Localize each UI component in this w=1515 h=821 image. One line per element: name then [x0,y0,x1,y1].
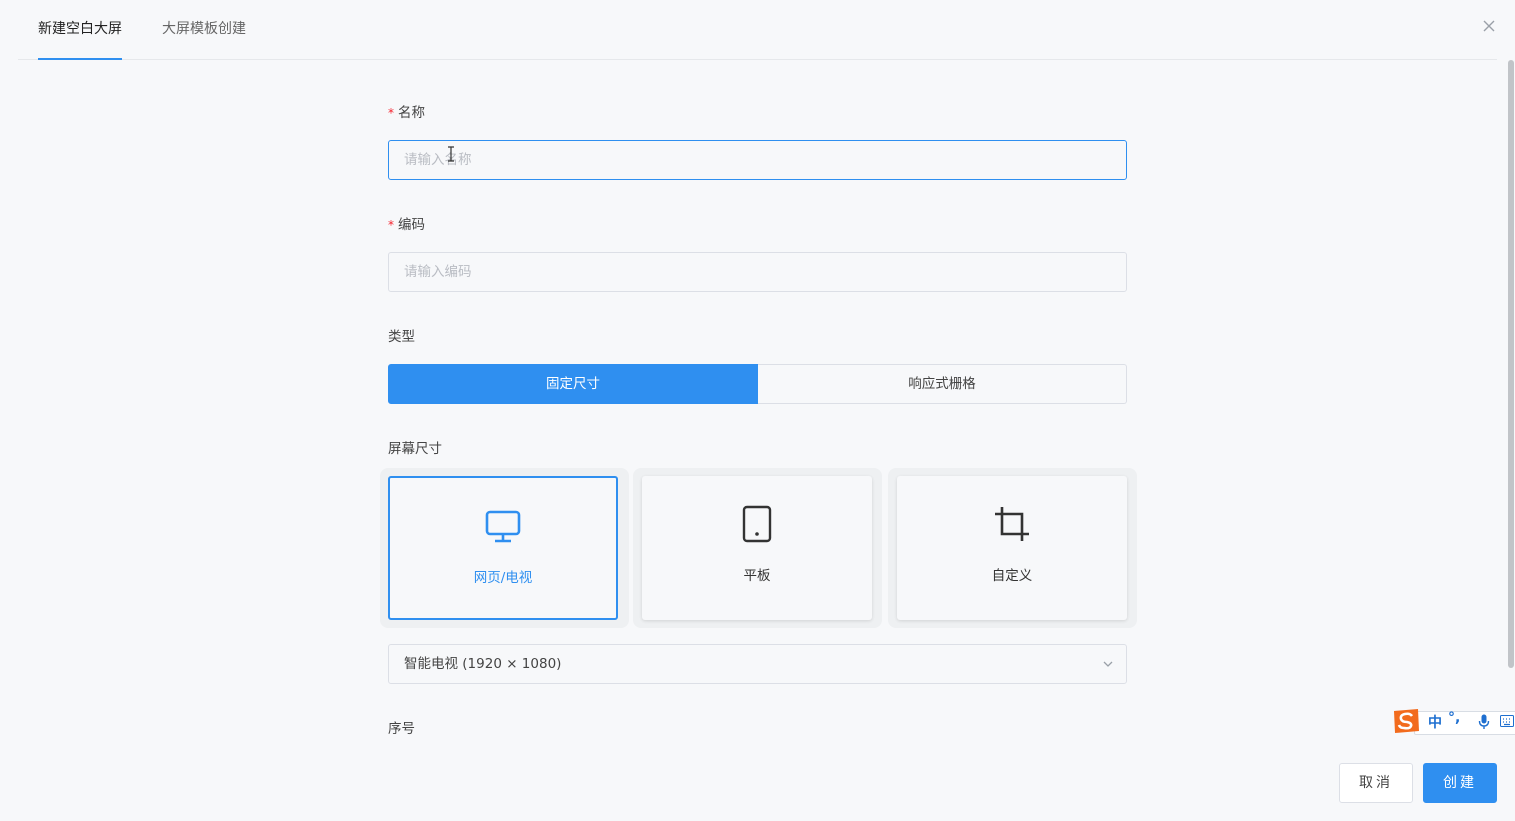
dialog-tabs: 新建空白大屏 大屏模板创建 [18,0,1497,60]
type-fixed-size-button[interactable]: 固定尺寸 [388,364,758,404]
cancel-button[interactable]: 取消 [1339,763,1413,803]
type-segmented-control: 固定尺寸 响应式栅格 [388,364,1127,404]
code-input[interactable] [388,252,1127,292]
name-input[interactable] [388,140,1127,180]
tab-new-blank-screen[interactable]: 新建空白大屏 [38,0,122,60]
screen-option-custom[interactable]: 自定义 [897,476,1127,620]
text-cursor-icon [448,146,454,162]
crop-icon [995,507,1029,541]
screen-preset-value: 智能电视 (1920 × 1080) [404,656,562,672]
microphone-icon[interactable] [1478,714,1490,730]
required-mark: * [388,218,394,232]
ime-punct-label[interactable]: °, [1448,710,1460,726]
tablet-icon [742,505,772,543]
keyboard-icon[interactable] [1500,715,1514,727]
screen-preset-select[interactable]: 智能电视 (1920 × 1080) [388,644,1127,684]
code-label: * 编码 [388,213,425,233]
screen-option-label: 自定义 [991,568,1033,584]
required-mark: * [388,106,394,120]
chevron-down-icon [1103,661,1113,667]
ime-toolbar[interactable]: 中 °, [1390,707,1515,735]
type-label: 类型 [388,329,415,345]
name-label: * 名称 [388,101,425,121]
order-label: 序号 [388,721,415,737]
scrollbar-thumb[interactable] [1508,60,1514,668]
screen-option-label: 平板 [743,568,771,584]
close-icon[interactable] [1481,18,1497,34]
type-responsive-grid-button[interactable]: 响应式栅格 [758,364,1127,404]
code-label-text: 编码 [398,217,425,233]
monitor-icon [485,510,521,543]
tab-template-screen[interactable]: 大屏模板创建 [162,0,246,59]
create-button[interactable]: 创建 [1423,763,1497,803]
screen-option-tablet[interactable]: 平板 [642,476,872,620]
scrollbar[interactable] [1507,60,1515,668]
sogou-logo-icon[interactable] [1390,707,1422,735]
name-label-text: 名称 [398,105,425,121]
ime-mode-label[interactable]: 中 [1428,712,1442,732]
screen-option-web-tv[interactable]: 网页/电视 [388,476,618,620]
screen-option-label: 网页/电视 [473,570,533,586]
screen-size-label: 屏幕尺寸 [388,441,442,457]
